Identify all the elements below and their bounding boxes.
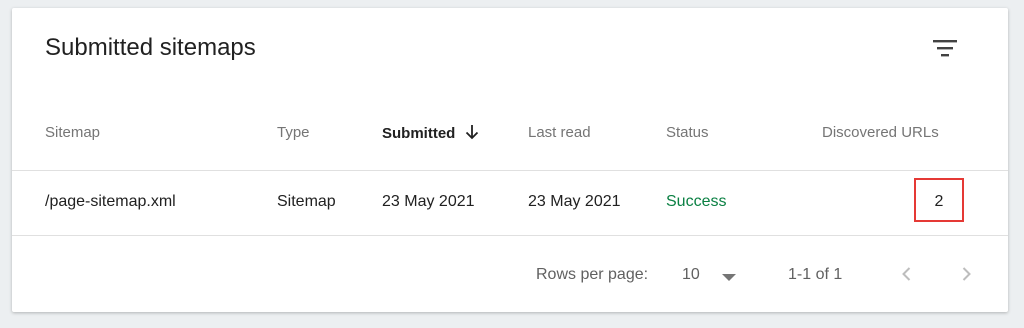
cell-discovered-urls: 2: [934, 193, 944, 210]
cell-type: Sitemap: [277, 193, 336, 210]
discovered-urls-highlight: 2: [914, 178, 964, 222]
cell-sitemap: /page-sitemap.xml: [45, 193, 176, 210]
filter-icon: [928, 38, 962, 58]
next-page-button[interactable]: [952, 260, 980, 288]
arrow-down-icon: [465, 124, 479, 144]
caret-down-icon: [722, 274, 736, 281]
filter-button[interactable]: [928, 34, 962, 64]
chevron-right-icon: [952, 266, 980, 282]
submitted-sitemaps-card: Submitted sitemaps Sitemap Type Submitte…: [12, 8, 1008, 312]
row-divider: [12, 235, 1008, 236]
column-header-type[interactable]: Type: [277, 124, 310, 141]
cell-last-read: 23 May 2021: [528, 193, 621, 210]
cell-submitted: 23 May 2021: [382, 193, 475, 210]
column-header-submitted-label: Submitted: [382, 125, 456, 142]
rows-per-page-select[interactable]: 10: [680, 262, 744, 290]
previous-page-button[interactable]: [893, 260, 921, 288]
header-divider: [12, 170, 1008, 171]
column-header-submitted[interactable]: Submitted: [382, 124, 479, 144]
chevron-left-icon: [893, 266, 921, 282]
cell-status: Success: [666, 193, 727, 210]
rows-per-page-label: Rows per page:: [536, 266, 649, 283]
column-header-discovered-urls[interactable]: Discovered URLs: [822, 124, 939, 141]
card-title: Submitted sitemaps: [45, 34, 256, 61]
column-header-last-read[interactable]: Last read: [528, 124, 591, 141]
pagination-range: 1-1 of 1: [788, 266, 843, 283]
column-header-status[interactable]: Status: [666, 124, 709, 141]
column-header-sitemap[interactable]: Sitemap: [45, 124, 100, 141]
rows-per-page-value: 10: [682, 266, 700, 283]
